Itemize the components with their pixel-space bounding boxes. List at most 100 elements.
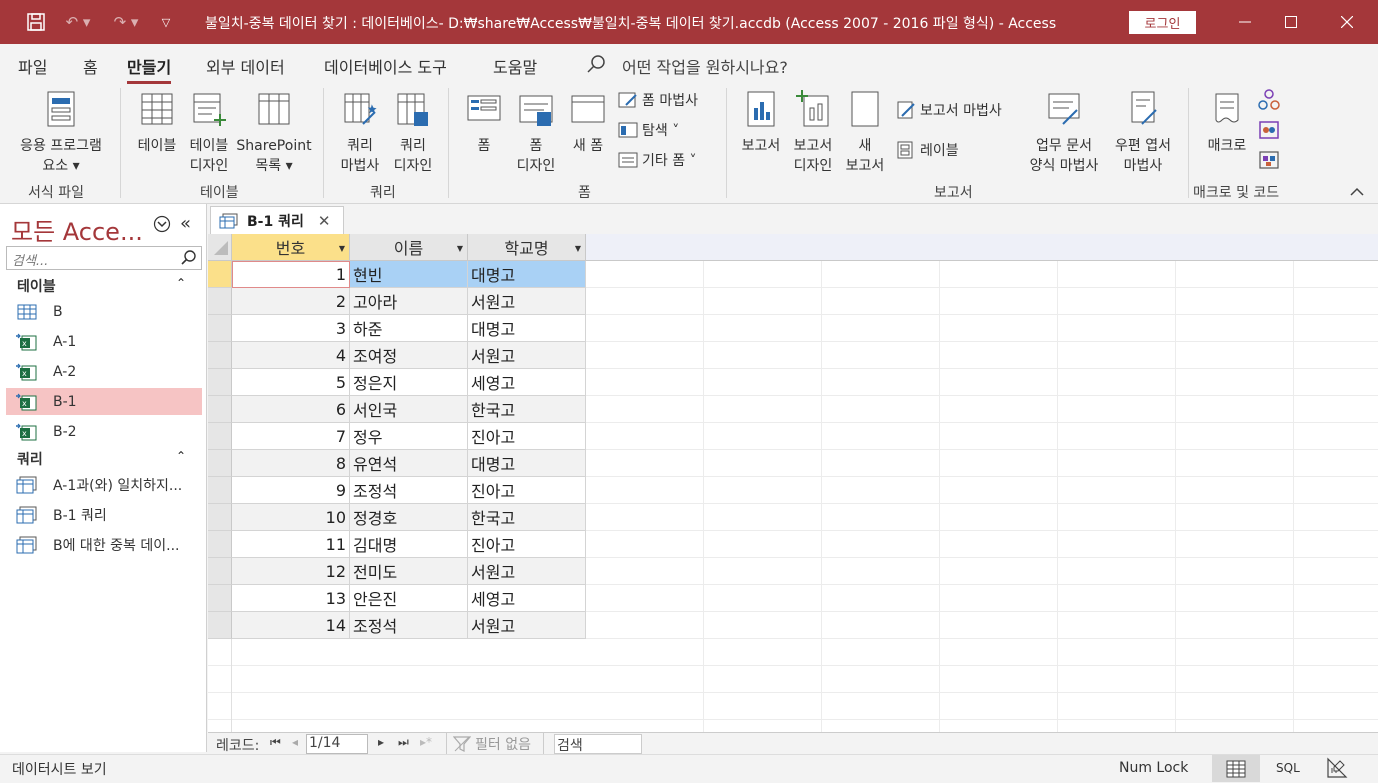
record-selector[interactable] <box>208 423 232 450</box>
cell-name[interactable]: 정우 <box>350 423 468 450</box>
table-button[interactable]: 테이블 <box>132 90 182 156</box>
cell-name[interactable]: 정은지 <box>350 369 468 396</box>
maximize-icon[interactable] <box>1268 0 1314 44</box>
nav-pane-title[interactable]: 모든 Acce... <box>11 212 143 247</box>
cell-school[interactable]: 한국고 <box>468 396 586 423</box>
cell-school[interactable]: 진아고 <box>468 531 586 558</box>
nav-item-query-1[interactable]: A-1과(와) 일치하지... <box>6 471 202 498</box>
record-selector[interactable] <box>208 477 232 504</box>
nav-section-queries[interactable]: 쿼리 <box>17 449 43 469</box>
report-wizard-button[interactable]: 보고서 마법사 <box>896 100 1002 120</box>
table-design-button[interactable]: 테이블 디자인 <box>184 90 234 176</box>
cell-number[interactable]: 5 <box>232 369 350 396</box>
form-wizard-button[interactable]: 폼 마법사 <box>618 90 698 110</box>
nav-item-table-b[interactable]: B <box>6 298 202 325</box>
save-icon[interactable] <box>22 0 50 44</box>
sharepoint-list-button[interactable]: SharePoint 목록 ▾ <box>236 90 312 176</box>
close-icon[interactable] <box>1324 0 1370 44</box>
cell-name[interactable]: 고아라 <box>350 288 468 315</box>
sort-filter-dropdown-icon[interactable]: ▼ <box>457 244 463 253</box>
next-record-icon[interactable]: ▸ <box>378 735 384 749</box>
blank-report-button[interactable]: 새 보고서 <box>840 90 890 176</box>
cell-name[interactable]: 정경호 <box>350 504 468 531</box>
query-design-button[interactable]: 쿼리 디자인 <box>388 90 438 176</box>
column-header-name[interactable]: 이름 ▼ <box>350 234 468 261</box>
cell-school[interactable]: 서원고 <box>468 288 586 315</box>
cell-school[interactable]: 세영고 <box>468 369 586 396</box>
blank-form-button[interactable]: 새 폼 <box>566 90 610 156</box>
class-module-icon[interactable] <box>1258 120 1280 140</box>
cell-school[interactable]: 진아고 <box>468 423 586 450</box>
record-selector[interactable] <box>208 531 232 558</box>
cell-number[interactable]: 8 <box>232 450 350 477</box>
cell-name[interactable]: 서인국 <box>350 396 468 423</box>
cell-school[interactable]: 진아고 <box>468 477 586 504</box>
cell-name[interactable]: 조정석 <box>350 477 468 504</box>
nav-menu-dropdown-icon[interactable] <box>153 215 171 237</box>
cell-school[interactable]: 한국고 <box>468 504 586 531</box>
cell-name[interactable]: 조여정 <box>350 342 468 369</box>
cell-number[interactable]: 2 <box>232 288 350 315</box>
record-selector[interactable] <box>208 261 232 288</box>
nav-item-linked-excel-b-2[interactable]: x B-2 <box>6 418 202 445</box>
tab-b-1-query[interactable]: B-1 쿼리 ✕ <box>210 206 344 235</box>
cell-number[interactable]: 6 <box>232 396 350 423</box>
more-forms-button[interactable]: 기타 폼 ˅ <box>618 150 697 170</box>
first-record-icon[interactable]: ⏮ <box>270 735 281 750</box>
redo-icon[interactable]: ↷ ▾ <box>106 0 146 44</box>
record-selector[interactable] <box>208 504 232 531</box>
previous-record-icon[interactable]: ◂ <box>292 735 298 749</box>
cell-school[interactable]: 서원고 <box>468 612 586 639</box>
new-record-icon[interactable]: ▸* <box>420 735 432 749</box>
close-tab-icon[interactable]: ✕ <box>318 212 331 230</box>
customize-qat-icon[interactable]: ▽ <box>156 0 176 44</box>
collapse-ribbon-icon[interactable] <box>1350 182 1364 202</box>
nav-item-linked-excel-a-1[interactable]: x A-1 <box>6 328 202 355</box>
cell-number[interactable]: 1 <box>232 261 350 288</box>
menu-file[interactable]: 파일 <box>18 54 47 78</box>
nav-item-query-2[interactable]: B-1 쿼리 <box>6 501 202 528</box>
nav-item-query-3[interactable]: B에 대한 중복 데이... <box>6 531 202 558</box>
cell-school[interactable]: 세영고 <box>468 585 586 612</box>
undo-icon[interactable]: ↶ ▾ <box>58 0 98 44</box>
minimize-icon[interactable] <box>1222 0 1268 44</box>
collapse-section-icon[interactable]: ⌃ <box>176 449 186 463</box>
macro-button[interactable]: 매크로 <box>1200 90 1254 156</box>
menu-create[interactable]: 만들기 <box>127 54 172 84</box>
menu-database-tools[interactable]: 데이터베이스 도구 <box>324 54 447 78</box>
record-selector[interactable] <box>208 612 232 639</box>
record-selector[interactable] <box>208 288 232 315</box>
menu-external-data[interactable]: 외부 데이터 <box>206 54 285 78</box>
cell-number[interactable]: 9 <box>232 477 350 504</box>
nav-item-linked-excel-b-1[interactable]: x B-1 <box>6 388 202 415</box>
cell-number[interactable]: 4 <box>232 342 350 369</box>
app-parts-button[interactable]: 응용 프로그램 요소 ▾ <box>10 90 112 176</box>
collapse-section-icon[interactable]: ⌃ <box>176 276 186 290</box>
cell-number[interactable]: 11 <box>232 531 350 558</box>
sort-filter-dropdown-icon[interactable]: ▼ <box>575 244 581 253</box>
labels-button[interactable]: 레이블 <box>896 140 959 160</box>
design-view-icon[interactable] <box>1326 757 1348 783</box>
menu-home[interactable]: 홈 <box>83 54 98 78</box>
cell-school[interactable]: 대명고 <box>468 261 586 288</box>
cell-name[interactable]: 현빈 <box>350 261 468 288</box>
visual-basic-icon[interactable] <box>1258 150 1280 170</box>
form-button[interactable]: 폼 <box>462 90 506 156</box>
navigation-button[interactable]: 탐색 ˅ <box>618 120 679 140</box>
menu-help[interactable]: 도움말 <box>493 54 537 78</box>
tell-me-input[interactable]: 어떤 작업을 원하시나요? <box>622 54 788 78</box>
cell-name[interactable]: 하준 <box>350 315 468 342</box>
cell-school[interactable]: 대명고 <box>468 315 586 342</box>
nav-item-linked-excel-a-2[interactable]: x A-2 <box>6 358 202 385</box>
search-icon[interactable] <box>180 249 198 267</box>
query-wizard-button[interactable]: 쿼리 마법사 <box>334 90 386 176</box>
cell-name[interactable]: 전미도 <box>350 558 468 585</box>
cell-name[interactable]: 김대명 <box>350 531 468 558</box>
last-record-icon[interactable]: ⏭ <box>398 735 409 750</box>
cell-number[interactable]: 14 <box>232 612 350 639</box>
cell-number[interactable]: 12 <box>232 558 350 585</box>
module-icon[interactable] <box>1258 89 1280 110</box>
postal-wizard-button[interactable]: 우편 엽서 마법사 <box>1110 90 1176 176</box>
cell-school[interactable]: 서원고 <box>468 558 586 585</box>
record-selector[interactable] <box>208 585 232 612</box>
